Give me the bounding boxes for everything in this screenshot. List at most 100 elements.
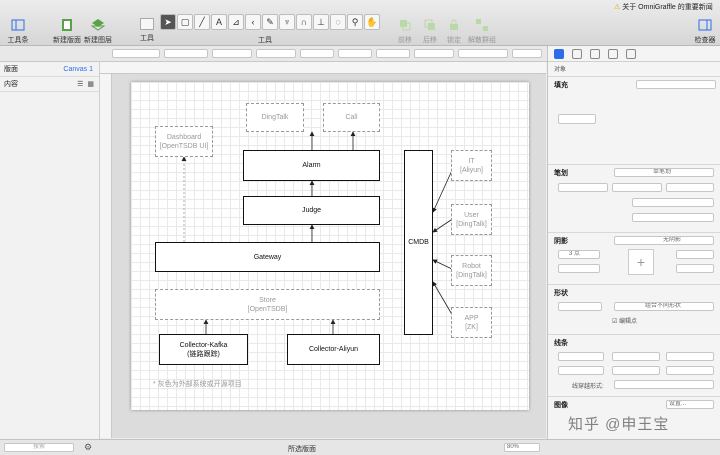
search-field[interactable]: 搜索 — [4, 443, 74, 452]
collapse-tools-icon[interactable]: ‹ — [245, 14, 261, 30]
alarm-node[interactable]: Alarm — [243, 150, 380, 181]
gear-icon[interactable]: ⚙ — [84, 442, 92, 453]
stroke-corner-field[interactable] — [632, 198, 714, 207]
canvas-sidebar: 版面 Canvas 1 内容 ☰ ▦ — [0, 62, 100, 439]
tool-palette: ➤ ▢ ╱ A ⊿ ‹ ✎ ♆ ∩ ⊥ ◌ ⚲ ✋ — [160, 14, 380, 32]
size-field[interactable] — [512, 49, 542, 58]
diagram-tool-icon[interactable]: ⊿ — [228, 14, 244, 30]
y-position-field[interactable] — [164, 49, 208, 58]
toolbox-label: 工具条 — [7, 37, 29, 44]
text-tab-icon[interactable] — [572, 49, 582, 59]
inspector-panel: 对象 填充 笔划 单笔划 阴影 无阴影 3 点 + 形状 组合不同形状 ☑ 编辑… — [547, 46, 720, 439]
dingtalk-node[interactable]: DingTalk — [246, 103, 304, 132]
lasso-tool-icon[interactable]: ◌ — [330, 14, 346, 30]
shadow-section: 阴影 无阴影 3 点 + — [548, 232, 720, 284]
width-field[interactable] — [212, 49, 252, 58]
collector-kafka-node[interactable]: Collector-Kafka (链路跟踪) — [159, 334, 248, 365]
object-tab-icon[interactable] — [554, 49, 564, 59]
fill-color-swatch[interactable] — [558, 114, 596, 124]
line-type-select[interactable] — [558, 366, 604, 375]
gateway-node[interactable]: Gateway — [155, 242, 380, 272]
collector-aliyun-node[interactable]: Collector-Aliyun — [287, 334, 380, 365]
line-end-select[interactable] — [666, 352, 714, 361]
object-label: 对象 — [554, 67, 567, 73]
shadow-color-swatch[interactable] — [558, 264, 600, 273]
stamp-tool-icon[interactable]: ⊥ — [313, 14, 329, 30]
magnet-tool-icon[interactable]: ∩ — [296, 14, 312, 30]
stroke-cap-field[interactable] — [632, 213, 714, 222]
x-position-field[interactable] — [112, 49, 160, 58]
align-field[interactable] — [338, 49, 372, 58]
content-label: 内容 — [4, 81, 18, 88]
style-brush-icon[interactable]: ♆ — [279, 14, 295, 30]
zoom-select[interactable]: 80% — [504, 443, 540, 452]
shadow-y-field[interactable] — [676, 264, 714, 273]
view-options-icon[interactable]: ☰ ▦ — [77, 77, 95, 92]
stroke-width-field[interactable] — [612, 183, 662, 192]
distribute-field[interactable] — [376, 49, 410, 58]
watermark: 知乎 @申王宝 — [568, 416, 670, 433]
app-source-node[interactable]: APP [ZK] — [451, 307, 492, 338]
shape-select[interactable] — [558, 302, 602, 311]
line-tool-icon[interactable]: ╱ — [194, 14, 210, 30]
news-banner[interactable]: ⚠ 关于 OmniGraffle 的重要新闻 — [614, 2, 713, 12]
dashboard-node[interactable]: Dashboard [OpenTSDB UI] — [155, 126, 213, 157]
warning-icon: ⚠ — [614, 4, 621, 11]
shadow-size-value: 3 点 — [569, 251, 581, 257]
text-tool-icon[interactable]: A — [211, 14, 227, 30]
hand-tool-icon[interactable]: ✋ — [364, 14, 380, 30]
judge-node[interactable]: Judge — [243, 196, 380, 225]
rotation-field[interactable] — [300, 49, 334, 58]
user-source-node[interactable]: User [DingTalk] — [451, 204, 492, 235]
it-source-node[interactable]: IT [Aliyun] — [451, 150, 492, 181]
canvas-tab-icon[interactable] — [608, 49, 618, 59]
store-node[interactable]: Store [OpenTSDB] — [155, 289, 380, 320]
bring-front-button[interactable]: 前移 — [395, 18, 415, 45]
content-row[interactable]: 内容 ☰ ▦ — [0, 77, 99, 92]
stroke-type-select[interactable]: 单笔划 — [614, 168, 714, 177]
edit-points-toggle[interactable]: ☑ 编辑点 — [612, 316, 637, 325]
line-swap-button[interactable] — [612, 352, 660, 361]
line-start-select[interactable] — [558, 352, 604, 361]
stroke-pattern-select[interactable] — [666, 183, 714, 192]
toolbox-button[interactable]: 工具条 — [5, 18, 31, 45]
fill-type-select[interactable] — [636, 80, 716, 89]
line-hop-select[interactable] — [612, 366, 660, 375]
image-settings-button[interactable]: 设置... — [666, 400, 714, 409]
line-bend-field[interactable] — [666, 366, 714, 375]
line-cross-select[interactable] — [614, 380, 714, 389]
inspectors-button[interactable]: 检查器 — [692, 18, 718, 45]
selection-tool-icon[interactable]: ➤ — [160, 14, 176, 30]
shadow-offset-pad[interactable]: + — [628, 249, 654, 275]
lock-button[interactable]: 锁定 — [444, 18, 464, 45]
shadow-size-field[interactable]: 3 点 — [558, 250, 600, 259]
shape-tool-icon[interactable]: ▢ — [177, 14, 193, 30]
stroke-type-value: 单笔划 — [653, 169, 672, 175]
height-field[interactable] — [256, 49, 296, 58]
zoom-tool-icon[interactable]: ⚲ — [347, 14, 363, 30]
shape-combine-select[interactable]: 组合不同形状 — [614, 302, 714, 311]
selection-status: 所选版面 — [288, 446, 316, 453]
font-field[interactable] — [414, 49, 454, 58]
new-layer-button[interactable]: 新建图层 — [84, 18, 112, 45]
call-node[interactable]: Call — [323, 103, 380, 132]
style-tools-button[interactable]: 工具 — [136, 18, 158, 43]
style-field[interactable] — [458, 49, 508, 58]
shadow-x-field[interactable] — [676, 250, 714, 259]
properties-tab-icon[interactable] — [590, 49, 600, 59]
line-style-label: 线穿越形式: — [572, 384, 604, 390]
robot-source-node[interactable]: Robot [DingTalk] — [451, 255, 492, 286]
send-back-button[interactable]: 后移 — [420, 18, 440, 45]
document-tab-icon[interactable] — [626, 49, 636, 59]
cmdb-node[interactable]: CMDB — [404, 150, 433, 335]
canvas-row[interactable]: 版面 Canvas 1 — [0, 62, 99, 77]
fill-section: 填充 — [548, 76, 720, 166]
ungroup-button[interactable]: 解散群组 — [467, 18, 497, 45]
new-canvas-button[interactable]: 新建版面 — [50, 18, 84, 45]
canvas-selector[interactable]: Canvas 1 — [63, 62, 93, 77]
shadow-type-select[interactable]: 无阴影 — [614, 236, 714, 245]
stroke-color-swatch[interactable] — [558, 183, 608, 192]
canvas-page[interactable]: DingTalk Call Dashboard [OpenTSDB UI] Al… — [131, 82, 529, 410]
pen-tool-icon[interactable]: ✎ — [262, 14, 278, 30]
image-title: 图像 — [554, 402, 568, 409]
